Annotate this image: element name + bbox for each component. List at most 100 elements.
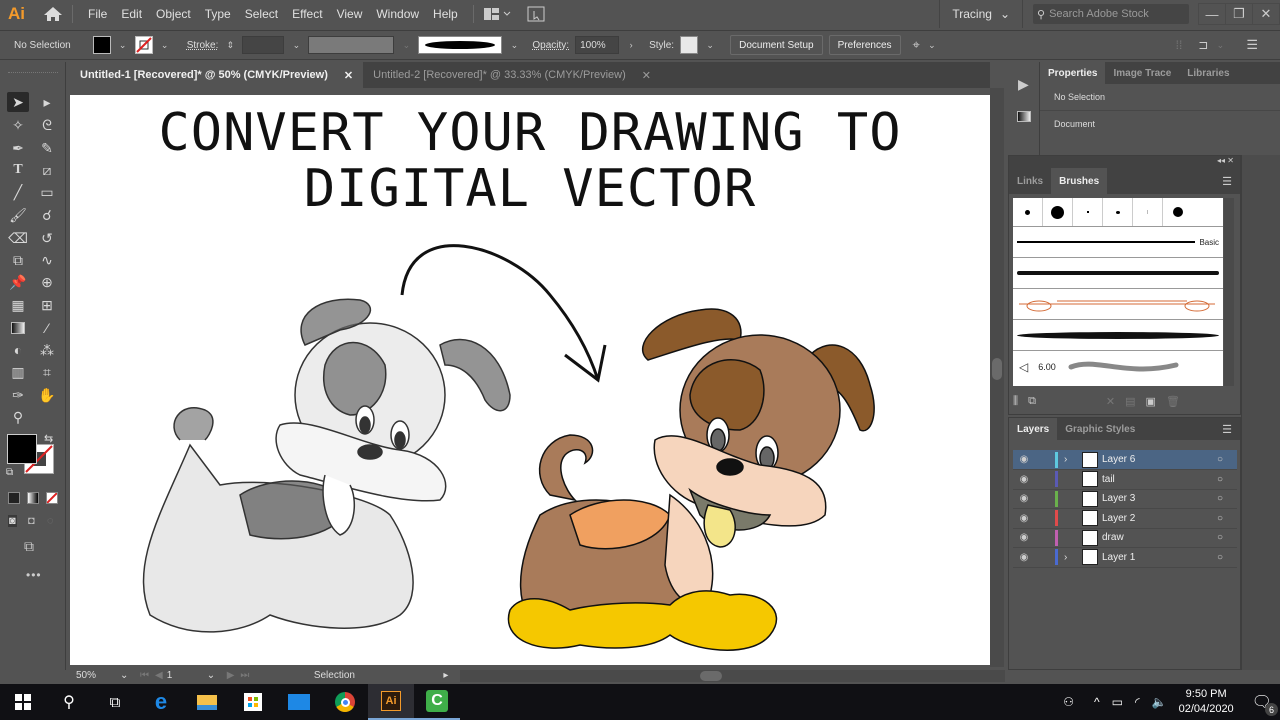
visibility-eye-icon[interactable]: ◉ [1013,454,1035,465]
menu-object[interactable]: Object [149,7,198,21]
gpu-performance-icon[interactable] [526,5,548,23]
fill-swatch[interactable] [92,36,111,54]
draw-behind-icon[interactable]: ◘ [28,515,35,527]
stroke-weight-stepper[interactable]: ⇕ [224,40,236,51]
workspace-switcher[interactable]: Tracing ⌄ [939,0,1023,28]
preferences-button[interactable]: Preferences [828,35,901,55]
brush-dot-small[interactable] [1013,198,1043,226]
default-fill-stroke-icon[interactable]: ⧉ [6,467,13,478]
layer-name[interactable]: Layer 2 [1102,513,1217,524]
brush-dot-medium[interactable] [1163,198,1193,226]
show-hidden-icons[interactable]: ^ [1094,695,1100,709]
visibility-eye-icon[interactable]: ◉ [1013,474,1035,485]
volume-icon[interactable]: 🔈 [1152,695,1167,709]
warp-tool-icon[interactable]: ∿ [36,250,58,270]
prev-artboard-button[interactable]: ◀ [155,670,163,681]
layer-name[interactable]: Layer 3 [1102,493,1217,504]
control-panel-menu-icon[interactable]: ☰ [1246,37,1258,53]
paintbrush-tool-icon[interactable]: 🖌 [7,205,29,225]
edit-toolbar-icon[interactable]: ••• [26,568,42,582]
layer-row[interactable]: ◉ Layer 2 ○ [1013,509,1237,529]
menu-view[interactable]: View [330,7,370,21]
brushes-scrollbar[interactable] [1224,198,1234,386]
close-window-button[interactable]: ✕ [1252,3,1280,25]
brush-dot-faint[interactable] [1133,198,1163,226]
layer-row[interactable]: ◉ Layer 3 ○ [1013,489,1237,509]
shape-builder-tool-icon[interactable]: ⊕ [36,272,58,292]
layer-name[interactable]: Layer 6 [1102,454,1217,465]
chrome-icon[interactable] [322,684,368,720]
restore-button[interactable]: ❐ [1225,3,1253,25]
rectangle-tool-icon[interactable]: ▭ [36,182,58,202]
search-taskbar-icon[interactable]: ⚲ [46,684,92,720]
touch-type-tool-icon[interactable]: ⧄ [36,160,58,180]
stroke-weight-dropdown[interactable]: ⌄ [290,40,302,51]
brush-charcoal[interactable] [1013,258,1223,289]
close-tab-icon[interactable]: ✕ [642,69,651,82]
menu-edit[interactable]: Edit [114,7,149,21]
eyedropper-tool-icon[interactable]: ⁄ [36,318,58,338]
tab-brushes[interactable]: Brushes [1051,168,1108,194]
direct-selection-tool-icon[interactable]: ▸ [36,92,58,112]
menu-select[interactable]: Select [238,7,285,21]
layer-row[interactable]: ◉ draw ○ [1013,528,1237,548]
home-icon[interactable] [42,5,64,23]
actions-play-icon[interactable]: ▶ [1018,76,1039,93]
variable-width-profile[interactable] [308,36,395,54]
horizontal-scrollbar-thumb[interactable] [700,670,723,681]
gradient-panel-icon[interactable] [1017,111,1031,122]
layer-name[interactable]: tail [1102,474,1217,485]
menu-help[interactable]: Help [426,7,465,21]
brushes-panel-menu-icon[interactable]: ☰ [1222,168,1240,194]
tab-properties[interactable]: Properties [1040,62,1106,84]
brush-tapered[interactable] [1013,320,1223,351]
libraries-panel-icon[interactable]: ⧉ [1028,395,1036,408]
fill-color-swatch[interactable] [7,434,37,464]
new-brush-icon[interactable]: ▣ [1146,395,1156,408]
tab-layers[interactable]: Layers [1009,418,1058,440]
type-tool-icon[interactable]: T [7,160,29,180]
target-circle-icon[interactable]: ○ [1217,454,1237,465]
toolbar-grip[interactable] [8,72,58,74]
brush-dot-oval[interactable] [1103,198,1133,226]
fill-dropdown[interactable]: ⌄ [117,40,129,51]
search-adobe-stock-input[interactable]: ⚲ Search Adobe Stock [1033,4,1189,24]
scale-tool-icon[interactable]: ⧉ [7,250,29,270]
first-artboard-button[interactable]: ⏮ [140,670,149,681]
layer-name[interactable]: Layer 1 [1102,552,1217,563]
layer-row[interactable]: ◉ › Layer 1 ○ [1013,548,1237,568]
symbol-sprayer-tool-icon[interactable]: ⁂ [36,340,58,360]
menu-effect[interactable]: Effect [285,7,329,21]
collapse-panel-icon[interactable]: ◂◂ [1217,156,1225,165]
draw-inside-icon[interactable]: ◌ [47,515,54,527]
rotate-tool-icon[interactable]: ↺ [36,228,58,248]
tab-image-trace[interactable]: Image Trace [1105,62,1179,84]
magic-wand-tool-icon[interactable]: ✧ [7,115,29,135]
lasso-tool-icon[interactable]: ᘓ [36,115,58,135]
stroke-swatch[interactable] [134,36,153,54]
target-circle-icon[interactable]: ○ [1217,474,1237,485]
brush-libraries-icon[interactable]: ⫼ [1013,395,1018,408]
shaper-tool-icon[interactable]: ☌ [36,205,58,225]
minimize-button[interactable]: — [1198,3,1226,25]
graphic-style-swatch[interactable] [680,36,699,54]
stroke-dropdown[interactable]: ⌄ [159,40,171,51]
transform-icon[interactable]: ⊐ [1198,38,1208,52]
swap-fill-stroke-icon[interactable]: ⇆ [44,432,53,445]
task-view-icon[interactable]: ⧉ [92,684,138,720]
edge-browser-icon[interactable]: e [138,684,184,720]
artboard[interactable]: CONVERT YOUR DRAWING TO DIGITAL VECTOR [70,95,990,665]
brush-definition[interactable] [418,36,503,54]
status-menu-arrow[interactable]: ▸ [443,670,448,681]
column-graph-tool-icon[interactable]: ▥ [7,362,29,382]
pen-tool-icon[interactable]: ✒ [7,138,29,158]
eraser-tool-icon[interactable]: ⌫ [7,228,29,248]
artboard-tool-icon[interactable]: ⌗ [36,362,58,382]
hand-tool-icon[interactable]: ✋ [36,385,58,405]
camtasia-icon[interactable]: C [414,684,460,720]
file-explorer-icon[interactable] [184,684,230,720]
brush-dropdown[interactable]: ⌄ [508,40,520,51]
arrange-documents-icon[interactable] [482,6,512,22]
horizontal-scrollbar[interactable] [460,669,1005,682]
zoom-level[interactable]: 50% [76,670,120,681]
